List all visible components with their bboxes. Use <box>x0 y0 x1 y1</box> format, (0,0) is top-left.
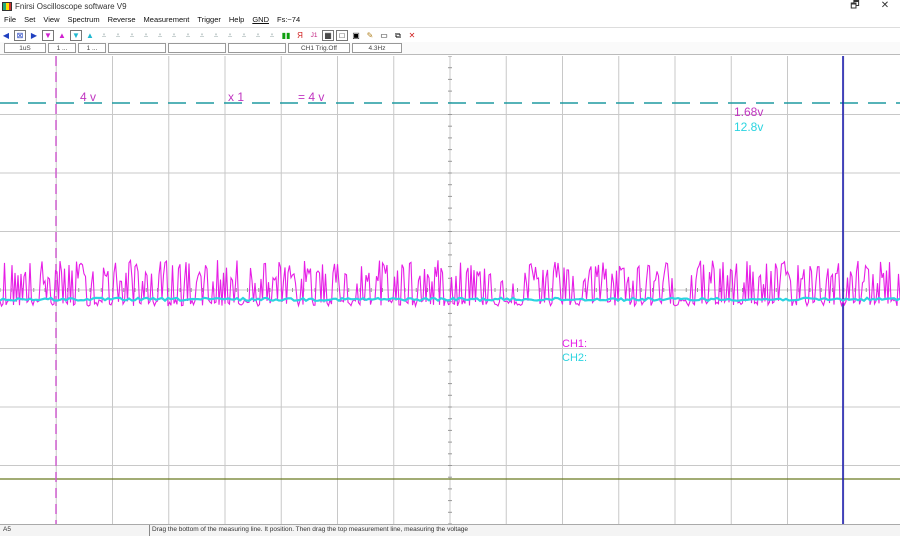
level-10-icon[interactable]: ⩡ <box>224 30 236 41</box>
measure-icon[interactable]: ▦ <box>322 29 334 41</box>
copy-icon[interactable]: ⧉ <box>392 30 404 41</box>
scope-canvas[interactable] <box>0 56 900 524</box>
window-controls: 🗗 ✕ <box>840 0 900 13</box>
square-icon[interactable]: □ <box>336 29 348 41</box>
zoom-box-icon[interactable]: ⊠ <box>14 29 26 41</box>
readout-1: 1.68v <box>734 105 764 119</box>
window-icon[interactable]: ▭ <box>378 30 390 41</box>
menu-view[interactable]: View <box>39 15 63 24</box>
menu-spectrum[interactable]: Spectrum <box>63 15 103 24</box>
empty-field-3 <box>228 43 286 53</box>
frequency-field: 4.3Hz <box>352 43 402 53</box>
level-2-icon[interactable]: ⩡ <box>112 30 124 41</box>
cursor-icon[interactable]: J1 <box>308 30 320 41</box>
timebase-field[interactable]: 1uS <box>4 43 46 53</box>
level-9-icon[interactable]: ⩡ <box>210 30 222 41</box>
stop-marker-icon[interactable]: Я <box>294 30 306 41</box>
level-3-icon[interactable]: ⩡ <box>126 30 138 41</box>
paint-icon[interactable]: ✎ <box>364 30 376 41</box>
menu-file[interactable]: File <box>0 15 20 24</box>
menu-gnd[interactable]: GND <box>248 15 273 24</box>
trigger-field[interactable]: CH1 Trig.Off <box>288 43 350 53</box>
menu-reverse[interactable]: Reverse <box>104 15 140 24</box>
menu-fs[interactable]: Fs:~74 <box>273 15 304 24</box>
title-bar: Fnirsi Oscilloscope software V9 🗗 ✕ <box>0 0 900 13</box>
level-5-icon[interactable]: ⩡ <box>154 30 166 41</box>
empty-field-1 <box>108 43 166 53</box>
level-7-icon[interactable]: ⩡ <box>182 30 194 41</box>
ch2-marker-label: CH2: <box>562 352 588 364</box>
ch2-field[interactable]: 1 ... <box>78 43 106 53</box>
menu-set[interactable]: Set <box>20 15 39 24</box>
toolbar: ◀ ⊠ ▶ ▼ ▲ ▼ ▲ ⩡ ⩡ ⩡ ⩡ ⩡ ⩡ ⩡ ⩡ ⩡ ⩡ ⩡ ⩡ ⩡ … <box>0 27 900 42</box>
empty-field-2 <box>168 43 226 53</box>
ch1-down-icon[interactable]: ▼ <box>42 29 54 41</box>
window-title: Fnirsi Oscilloscope software V9 <box>15 2 127 11</box>
status-left: A5 <box>0 525 150 536</box>
menu-help[interactable]: Help <box>225 15 248 24</box>
ch1-field[interactable]: 1 ... <box>48 43 76 53</box>
level-12-icon[interactable]: ⩡ <box>252 30 264 41</box>
save-icon[interactable]: ▣ <box>350 30 362 41</box>
level-8-icon[interactable]: ⩡ <box>196 30 208 41</box>
ch1-marker-label: CH1: <box>562 338 588 350</box>
scope-screen[interactable]: 4 v x 1 = 4 v 1.68v 12.8v CH1: CH2: <box>0 56 900 524</box>
status-row: 1uS 1 ... 1 ... CH1 Trig.Off 4.3Hz <box>0 42 900 55</box>
level-6-icon[interactable]: ⩡ <box>168 30 180 41</box>
level-4-icon[interactable]: ⩡ <box>140 30 152 41</box>
level-1-icon[interactable]: ⩡ <box>98 30 110 41</box>
ch1-scale-label: 4 v <box>80 90 97 104</box>
ch1-up-icon[interactable]: ▲ <box>56 30 68 41</box>
close-icon[interactable]: ✕ <box>406 30 418 41</box>
ch2-down-icon[interactable]: ▼ <box>70 29 82 41</box>
ch2-up-icon[interactable]: ▲ <box>84 30 96 41</box>
close-button[interactable]: ✕ <box>870 0 900 13</box>
level-13-icon[interactable]: ⩡ <box>266 30 278 41</box>
probe-label: x 1 <box>228 90 245 104</box>
menu-measurement[interactable]: Measurement <box>140 15 194 24</box>
run-icon[interactable]: ▮▮ <box>280 30 292 41</box>
ch1-total-label: = 4 v <box>298 90 325 104</box>
app-icon <box>2 2 12 11</box>
right-arrow-icon[interactable]: ▶ <box>28 30 40 41</box>
bottom-status-bar: A5 Drag the bottom of the measuring line… <box>0 524 900 536</box>
menu-bar: File Set View Spectrum Reverse Measureme… <box>0 13 900 26</box>
restore-button[interactable]: 🗗 <box>840 0 870 13</box>
level-11-icon[interactable]: ⩡ <box>238 30 250 41</box>
status-hint: Drag the bottom of the measuring line. I… <box>152 526 469 533</box>
readout-2: 12.8v <box>734 120 764 134</box>
left-arrow-icon[interactable]: ◀ <box>0 30 12 41</box>
menu-trigger[interactable]: Trigger <box>193 15 224 24</box>
